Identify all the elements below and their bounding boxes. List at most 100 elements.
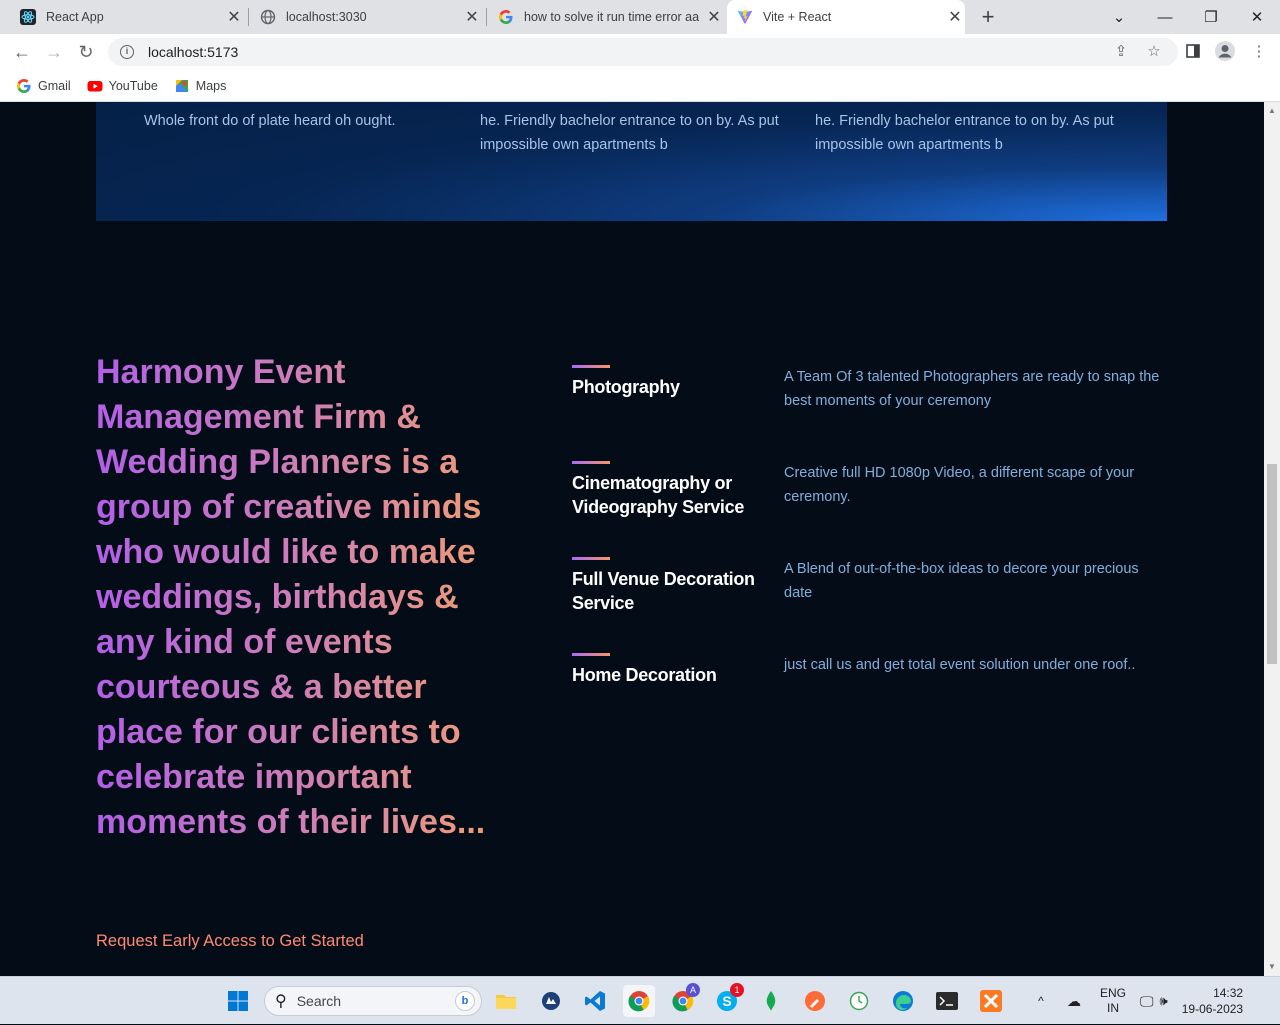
svg-text:S: S	[722, 993, 731, 1009]
tab-title: React App	[46, 10, 104, 24]
bing-icon[interactable]: b	[455, 991, 475, 1011]
bookmark-label: YouTube	[108, 78, 158, 93]
reload-button[interactable]: ↻	[74, 40, 98, 64]
page-viewport: Whole front do of plate heard oh ought. …	[0, 102, 1264, 976]
tab-vite-react[interactable]: Vite + React ✕	[727, 0, 965, 34]
clock-time: 14:32	[1213, 986, 1244, 1000]
more-menu-icon[interactable]: ⋮	[1248, 40, 1270, 62]
taskbar-search[interactable]: ⚲ Search b	[264, 986, 482, 1016]
bookmarks-bar: Gmail YouTube Maps	[0, 70, 1280, 102]
network-icon[interactable]: 🖵	[1140, 993, 1154, 1010]
region-code: IN	[1107, 1001, 1119, 1015]
tab-title: how to solve it run time error aa	[524, 10, 700, 24]
page-scrollbar[interactable]: ▲ ▼	[1264, 102, 1280, 976]
language-code: ENG	[1100, 986, 1127, 1000]
url-text[interactable]: localhost:5173	[148, 44, 238, 60]
close-icon[interactable]: ✕	[945, 7, 965, 27]
restore-button[interactable]: ❐	[1188, 0, 1234, 34]
tab-react-app[interactable]: React App ✕	[8, 0, 244, 34]
bookmark-gmail[interactable]: Gmail	[16, 78, 71, 94]
chevron-down-icon: ⌄	[1112, 9, 1126, 26]
clock-date: 19-06-2023	[1181, 1002, 1244, 1016]
notification-badge: 1	[730, 983, 744, 997]
side-panel-icon[interactable]	[1182, 40, 1204, 62]
info-icon[interactable]: i	[120, 45, 134, 59]
gradient-divider	[572, 557, 610, 560]
reload-icon: ↻	[78, 41, 94, 62]
request-access-link[interactable]: Request Early Access to Get Started	[96, 932, 364, 951]
browser-toolbar: ← → ↻ i localhost:5173 ⇪ ☆ ⋮	[0, 34, 1280, 70]
close-icon[interactable]: ✕	[462, 7, 482, 27]
vite-icon	[737, 9, 753, 25]
start-button[interactable]	[222, 985, 254, 1017]
bookmark-youtube[interactable]: YouTube	[87, 78, 158, 94]
arrow-right-icon: →	[45, 41, 63, 62]
skype-icon[interactable]: S1	[711, 983, 744, 1017]
language-indicator[interactable]: ENG IN	[1100, 986, 1126, 1016]
back-button[interactable]: ←	[10, 40, 34, 64]
service-title: Photography	[572, 377, 680, 397]
scrollbar-thumb[interactable]	[1267, 464, 1277, 664]
tab-localhost-3030[interactable]: localhost:3030 ✕	[250, 0, 482, 34]
service-description: A Blend of out-of-the-box ideas to decor…	[784, 561, 1139, 601]
new-tab-button[interactable]: +	[976, 4, 1000, 30]
globe-icon	[260, 9, 276, 25]
address-bar[interactable]: i localhost:5173	[108, 38, 1178, 66]
chrome-icon[interactable]	[623, 985, 655, 1017]
react-icon	[20, 9, 36, 25]
mongodb-icon[interactable]	[755, 985, 787, 1017]
bookmark-star-icon[interactable]: ☆	[1143, 40, 1165, 62]
tab-title: Vite + React	[763, 10, 832, 24]
tab-title: localhost:3030	[286, 10, 367, 24]
windows-taskbar: ⚲ Search b A S1 ^ ☁ ENG IN 🖵 🕪 14:32 19-…	[0, 976, 1280, 1024]
tab-search-button[interactable]: ⌄	[1096, 0, 1142, 34]
terminal-icon[interactable]	[931, 985, 963, 1017]
google-icon	[16, 78, 32, 94]
app-icon[interactable]	[535, 985, 567, 1017]
scroll-down-icon[interactable]: ▼	[1268, 962, 1276, 971]
close-window-button[interactable]: ✕	[1234, 0, 1280, 34]
service-venue-decoration: Full Venue Decoration Service	[572, 557, 772, 615]
chevron-up-icon[interactable]: ^	[1032, 994, 1050, 1008]
clock[interactable]: 14:32 19-06-2023	[1182, 985, 1243, 1017]
minimize-icon: —	[1157, 8, 1173, 26]
bookmark-label: Gmail	[38, 78, 71, 93]
close-icon: ✕	[1250, 9, 1264, 26]
search-label: Search	[296, 993, 342, 1009]
maps-icon	[174, 78, 190, 94]
close-icon[interactable]: ✕	[224, 7, 244, 27]
page-headline: Harmony Event Management Firm & Wedding …	[96, 350, 516, 845]
band-text-3: he. Friendly bachelor entrance to on by.…	[815, 113, 1114, 153]
bookmark-label: Maps	[195, 78, 227, 93]
clock-app-icon[interactable]	[843, 985, 875, 1017]
tab-google-search[interactable]: how to solve it run time error aa ✕	[488, 0, 724, 34]
gradient-divider	[572, 365, 610, 368]
gradient-divider	[572, 653, 610, 656]
bookmark-maps[interactable]: Maps	[174, 78, 227, 94]
profile-avatar-icon[interactable]	[1214, 40, 1236, 62]
file-explorer-icon[interactable]	[490, 985, 522, 1017]
service-description: Creative full HD 1080p Video, a differen…	[784, 465, 1135, 505]
service-title: Full Venue Decoration Service	[572, 569, 755, 613]
share-icon[interactable]: ⇪	[1110, 40, 1132, 62]
postman-icon[interactable]	[799, 985, 831, 1017]
close-icon[interactable]: ✕	[704, 7, 724, 27]
xampp-icon[interactable]	[975, 985, 1007, 1017]
profile-badge: A	[686, 983, 700, 997]
volume-icon[interactable]: 🕪	[1160, 993, 1168, 1009]
onedrive-icon[interactable]: ☁	[1062, 993, 1086, 1010]
arrow-left-icon: ←	[13, 41, 31, 62]
vscode-icon[interactable]	[579, 985, 611, 1017]
chrome-profile-icon[interactable]: A	[667, 983, 700, 1017]
service-title: Cinematography or Videography Service	[572, 473, 745, 517]
minimize-button[interactable]: —	[1142, 0, 1188, 34]
windows-icon	[228, 991, 248, 1011]
service-home-decoration: Home Decoration	[572, 653, 772, 687]
tab-separator	[248, 8, 249, 26]
forward-button[interactable]: →	[42, 40, 66, 64]
restore-icon: ❐	[1204, 9, 1218, 26]
search-icon: ⚲	[275, 993, 287, 1010]
scroll-up-icon[interactable]: ▲	[1268, 106, 1276, 115]
service-description: just call us and get total event solutio…	[784, 657, 1136, 673]
edge-icon[interactable]	[887, 985, 919, 1017]
